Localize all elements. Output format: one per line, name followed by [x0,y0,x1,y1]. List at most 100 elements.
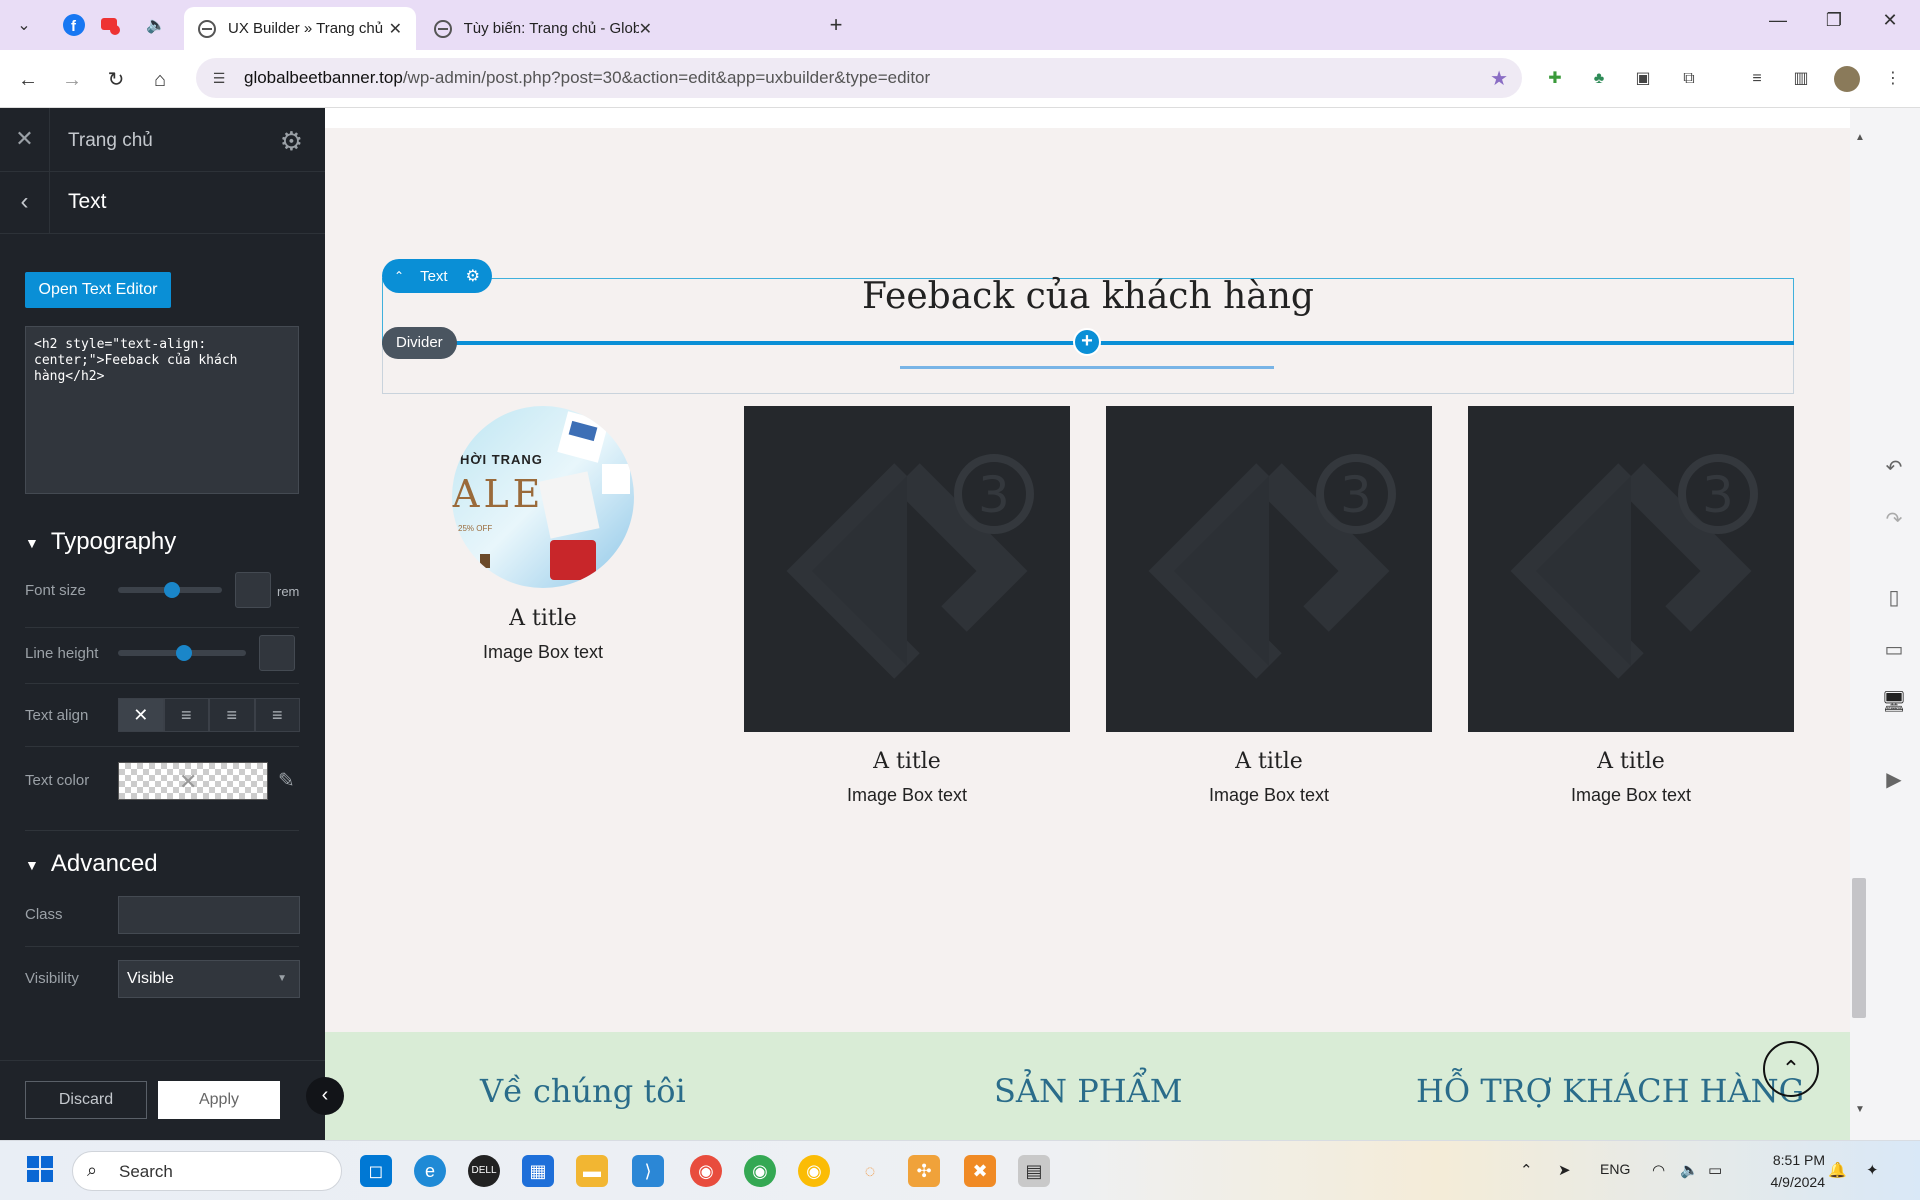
site-info-icon[interactable]: ☰ [208,67,230,89]
footer-support-heading[interactable]: HỖ TRỢ KHÁCH HÀNG [1416,1072,1804,1110]
advanced-section-toggle[interactable]: ▼ Advanced [25,850,158,878]
apply-button[interactable]: Apply [158,1081,280,1119]
tab-customizer[interactable]: Tùy biến: Trang chủ - Global Be ✕ [420,7,666,50]
extension-icon[interactable]: ✚ [1542,66,1568,92]
home-icon[interactable]: ⌂ [146,66,174,94]
desktop-view-icon[interactable]: 🖥 [1878,686,1910,718]
restore-icon[interactable]: ❐ [1814,10,1854,31]
image-box-title[interactable]: A title [380,606,706,631]
close-tab-icon[interactable]: ✕ [389,19,402,39]
tab-search-icon[interactable]: ⌄ [10,11,38,39]
notification-bell-icon[interactable]: 🔔 [1828,1161,1847,1179]
discard-button[interactable]: Discard [25,1081,147,1119]
taskbar-search[interactable]: ⌕ Search [72,1151,342,1191]
tray-chevron-icon[interactable]: ⌃ [1520,1161,1533,1179]
align-left-button[interactable]: ≡ [163,698,209,732]
windows-start-icon[interactable] [24,1155,56,1187]
chrome-icon[interactable]: ◉ [744,1155,776,1187]
back-chevron-icon[interactable]: ‹ [0,172,50,234]
app-icon[interactable]: ✣ [908,1155,940,1187]
preview-play-icon[interactable]: ▶ [1878,764,1910,796]
extension-tree-icon[interactable]: ♣ [1586,66,1612,92]
wifi-icon[interactable]: ◠ [1652,1161,1665,1179]
element-gear-icon[interactable]: ⚙ [466,266,480,286]
tab-ux-builder[interactable]: UX Builder » Trang chủ ✕ [184,7,416,50]
visibility-select[interactable]: Visible ▼ [118,960,300,998]
placeholder-image[interactable]: 3 [1106,406,1432,732]
font-size-slider-knob[interactable] [164,582,180,598]
placeholder-image[interactable]: 3 [744,406,1070,732]
chrome-icon[interactable]: ◉ [798,1155,830,1187]
scroll-up-arrow-icon[interactable]: ▲ [1852,132,1868,143]
file-explorer-icon[interactable]: ▬ [576,1155,608,1187]
store-icon[interactable]: ▦ [522,1155,554,1187]
app-icon[interactable]: ◌ [854,1155,886,1187]
line-height-input[interactable] [259,635,295,671]
close-tab-icon[interactable]: ✕ [639,19,652,39]
chrome-icon[interactable]: ◉ [690,1155,722,1187]
minimize-icon[interactable]: — [1758,10,1798,31]
feedback-heading[interactable]: Feeback của khách hàng [382,276,1794,317]
profile-avatar[interactable] [1834,66,1860,92]
menu-dots-icon[interactable]: ⋮ [1880,66,1906,92]
side-panel-icon[interactable]: ▥ [1788,66,1814,92]
text-color-swatch[interactable] [118,762,268,800]
typography-section-toggle[interactable]: ▼ Typography [25,528,176,556]
mobile-view-icon[interactable]: ▯ [1878,582,1910,614]
edge-icon[interactable]: e [414,1155,446,1187]
new-tab-icon[interactable]: + [822,11,850,39]
collapse-sidebar-button[interactable]: ‹ [306,1077,344,1115]
back-icon[interactable]: ← [14,66,42,94]
scroll-down-arrow-icon[interactable]: ▼ [1852,1104,1868,1115]
image-box-text[interactable]: Image Box text [1468,785,1794,806]
eyedropper-icon[interactable]: ✎ [278,768,295,793]
copilot-icon[interactable]: ✦ [1866,1161,1879,1179]
align-right-button[interactable]: ≡ [254,698,300,732]
line-height-slider-knob[interactable] [176,645,192,661]
footer-products-heading[interactable]: SẢN PHẨM [994,1072,1183,1110]
footer-about-heading[interactable]: Về chúng tôi [480,1072,686,1110]
vscode-icon[interactable]: ⟩ [632,1155,664,1187]
forward-icon[interactable]: → [58,66,86,94]
bookmark-star-icon[interactable]: ★ [1490,66,1508,91]
facebook-icon[interactable]: f [60,11,88,39]
reload-icon[interactable]: ↻ [102,66,130,94]
add-element-plus-icon[interactable]: + [1073,328,1101,356]
back-to-top-button[interactable]: ⌃ [1763,1041,1819,1097]
image-box-text[interactable]: Image Box text [744,785,1070,806]
divider-element-tag[interactable]: Divider [382,327,457,359]
image-box-text[interactable]: Image Box text [1106,785,1432,806]
taskbar-clock[interactable]: 8:51 PM 4/9/2024 [1735,1149,1826,1193]
image-box-title[interactable]: A title [1106,749,1432,774]
image-box-title[interactable]: A title [744,749,1070,774]
location-icon[interactable]: ➤ [1558,1161,1571,1179]
dell-icon[interactable]: DELL [468,1155,500,1187]
media-controls-icon[interactable]: ≡ [1744,66,1770,92]
url-text[interactable]: globalbeetbanner.top/wp-admin/post.php?p… [244,68,930,88]
tablet-view-icon[interactable]: ▭ [1878,634,1910,666]
undo-icon[interactable]: ↶ [1878,452,1910,484]
xampp-icon[interactable]: ✖ [964,1155,996,1187]
align-none-button[interactable]: ✕ [118,698,164,732]
text-element-toolbar[interactable]: ⌃ Text ⚙ [382,259,492,293]
image-box-text[interactable]: Image Box text [380,642,706,663]
extensions-puzzle-icon[interactable]: ⧉ [1676,66,1702,92]
language-indicator[interactable]: ENG [1600,1161,1630,1177]
close-builder-icon[interactable]: ✕ [0,108,50,172]
settings-gear-icon[interactable]: ⚙ [280,126,303,157]
fashion-sale-image[interactable]: HỜI TRANG ALE 25% OFF [452,406,634,588]
align-center-button[interactable]: ≡ [209,698,255,732]
html-source-textarea[interactable]: <h2 style="text-align: center;">Feeback … [25,326,299,494]
extension-square-icon[interactable]: ▣ [1630,66,1656,92]
youtube-tab-icon[interactable] [96,11,124,39]
close-window-icon[interactable]: ✕ [1870,10,1910,31]
chevron-up-icon[interactable]: ⌃ [394,269,404,283]
font-size-input[interactable] [235,572,271,608]
image-box-title[interactable]: A title [1468,749,1794,774]
scrollbar-thumb[interactable] [1852,878,1866,1018]
speaker-icon[interactable]: 🔈 [142,11,170,39]
divider-element[interactable] [900,366,1274,369]
open-text-editor-button[interactable]: Open Text Editor [25,272,171,308]
battery-icon[interactable]: ▭ [1708,1161,1722,1179]
redo-icon[interactable]: ↷ [1878,504,1910,536]
